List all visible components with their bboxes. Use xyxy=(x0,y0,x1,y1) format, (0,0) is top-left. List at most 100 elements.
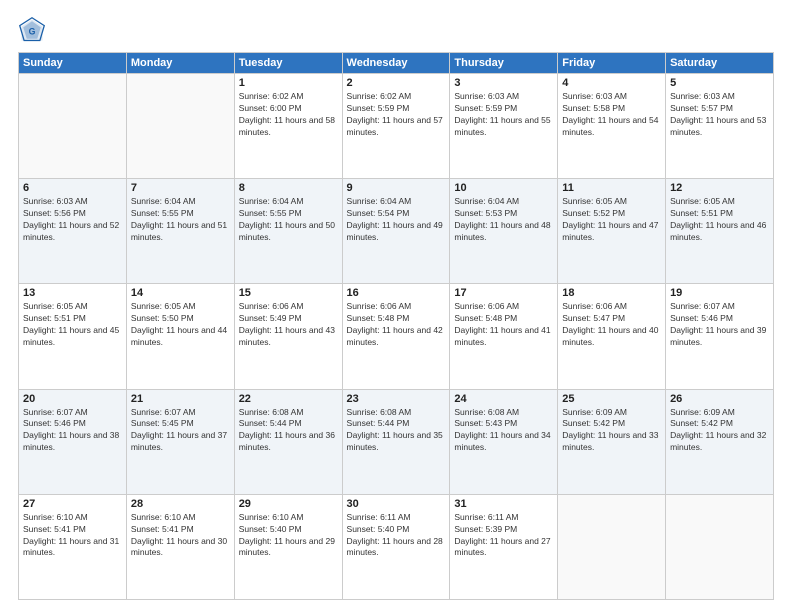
day-number: 8 xyxy=(239,182,338,194)
calendar-cell: 14 Sunrise: 6:05 AM Sunset: 5:50 PM Dayli… xyxy=(126,284,234,389)
day-number: 13 xyxy=(23,287,122,299)
svg-text:G: G xyxy=(29,26,36,36)
cell-content: Sunrise: 6:06 AM Sunset: 5:48 PM Dayligh… xyxy=(454,301,553,349)
day-number: 20 xyxy=(23,393,122,405)
day-number: 19 xyxy=(670,287,769,299)
calendar-cell: 11 Sunrise: 6:05 AM Sunset: 5:52 PM Dayli… xyxy=(558,179,666,284)
day-number: 3 xyxy=(454,77,553,89)
day-number: 14 xyxy=(131,287,230,299)
cell-content: Sunrise: 6:03 AM Sunset: 5:57 PM Dayligh… xyxy=(670,91,769,139)
day-number: 27 xyxy=(23,498,122,510)
calendar-cell: 3 Sunrise: 6:03 AM Sunset: 5:59 PM Daylig… xyxy=(450,74,558,179)
day-number: 26 xyxy=(670,393,769,405)
day-number: 23 xyxy=(347,393,446,405)
calendar-cell: 27 Sunrise: 6:10 AM Sunset: 5:41 PM Dayli… xyxy=(19,494,127,599)
calendar-cell: 29 Sunrise: 6:10 AM Sunset: 5:40 PM Dayli… xyxy=(234,494,342,599)
header: G xyxy=(18,16,774,44)
cell-content: Sunrise: 6:09 AM Sunset: 5:42 PM Dayligh… xyxy=(670,407,769,455)
day-number: 17 xyxy=(454,287,553,299)
day-number: 10 xyxy=(454,182,553,194)
cell-content: Sunrise: 6:02 AM Sunset: 6:00 PM Dayligh… xyxy=(239,91,338,139)
cell-content: Sunrise: 6:09 AM Sunset: 5:42 PM Dayligh… xyxy=(562,407,661,455)
calendar-cell: 21Sunrise: 6:07 AM Sunset: 5:45 PM Dayli… xyxy=(126,389,234,494)
calendar-cell: 31 Sunrise: 6:11 AM Sunset: 5:39 PM Dayli… xyxy=(450,494,558,599)
cell-content: Sunrise: 6:08 AM Sunset: 5:44 PM Dayligh… xyxy=(239,407,338,455)
day-number: 11 xyxy=(562,182,661,194)
calendar-cell: 15 Sunrise: 6:06 AM Sunset: 5:49 PM Dayli… xyxy=(234,284,342,389)
day-number: 18 xyxy=(562,287,661,299)
day-number: 31 xyxy=(454,498,553,510)
day-number: 4 xyxy=(562,77,661,89)
calendar-cell: 6 Sunrise: 6:03 AM Sunset: 5:56 PM Daylig… xyxy=(19,179,127,284)
cell-content: Sunrise: 6:04 AM Sunset: 5:55 PM Dayligh… xyxy=(239,196,338,244)
calendar-cell: 12 Sunrise: 6:05 AM Sunset: 5:51 PM Dayli… xyxy=(666,179,774,284)
calendar-cell: 20 Sunrise: 6:07 AM Sunset: 5:46 PM Dayli… xyxy=(19,389,127,494)
calendar-cell: 5Sunrise: 6:03 AM Sunset: 5:57 PM Daylig… xyxy=(666,74,774,179)
day-number: 29 xyxy=(239,498,338,510)
cell-content: Sunrise: 6:03 AM Sunset: 5:59 PM Dayligh… xyxy=(454,91,553,139)
day-number: 16 xyxy=(347,287,446,299)
calendar-table: SundayMondayTuesdayWednesdayThursdayFrid… xyxy=(18,52,774,600)
day-number: 9 xyxy=(347,182,446,194)
cell-content: Sunrise: 6:04 AM Sunset: 5:53 PM Dayligh… xyxy=(454,196,553,244)
calendar-cell: 2 Sunrise: 6:02 AM Sunset: 5:59 PM Daylig… xyxy=(342,74,450,179)
calendar-cell: 23 Sunrise: 6:08 AM Sunset: 5:44 PM Dayli… xyxy=(342,389,450,494)
day-number: 6 xyxy=(23,182,122,194)
cell-content: Sunrise: 6:07 AM Sunset: 5:46 PM Dayligh… xyxy=(23,407,122,455)
calendar-cell xyxy=(666,494,774,599)
cell-content: Sunrise: 6:03 AM Sunset: 5:56 PM Dayligh… xyxy=(23,196,122,244)
week-row-2: 6 Sunrise: 6:03 AM Sunset: 5:56 PM Daylig… xyxy=(19,179,774,284)
calendar-cell: 13Sunrise: 6:05 AM Sunset: 5:51 PM Dayli… xyxy=(19,284,127,389)
calendar-cell: 24 Sunrise: 6:08 AM Sunset: 5:43 PM Dayli… xyxy=(450,389,558,494)
day-number: 15 xyxy=(239,287,338,299)
day-number: 2 xyxy=(347,77,446,89)
cell-content: Sunrise: 6:10 AM Sunset: 5:40 PM Dayligh… xyxy=(239,512,338,560)
cell-content: Sunrise: 6:05 AM Sunset: 5:52 PM Dayligh… xyxy=(562,196,661,244)
week-row-1: 1 Sunrise: 6:02 AM Sunset: 6:00 PM Daylig… xyxy=(19,74,774,179)
calendar-cell: 7Sunrise: 6:04 AM Sunset: 5:55 PM Daylig… xyxy=(126,179,234,284)
weekday-sunday: Sunday xyxy=(19,53,127,74)
weekday-tuesday: Tuesday xyxy=(234,53,342,74)
cell-content: Sunrise: 6:02 AM Sunset: 5:59 PM Dayligh… xyxy=(347,91,446,139)
day-number: 25 xyxy=(562,393,661,405)
cell-content: Sunrise: 6:04 AM Sunset: 5:55 PM Dayligh… xyxy=(131,196,230,244)
cell-content: Sunrise: 6:06 AM Sunset: 5:49 PM Dayligh… xyxy=(239,301,338,349)
logo-icon: G xyxy=(18,16,46,44)
cell-content: Sunrise: 6:06 AM Sunset: 5:48 PM Dayligh… xyxy=(347,301,446,349)
day-number: 24 xyxy=(454,393,553,405)
day-number: 12 xyxy=(670,182,769,194)
cell-content: Sunrise: 6:11 AM Sunset: 5:39 PM Dayligh… xyxy=(454,512,553,560)
week-row-4: 20 Sunrise: 6:07 AM Sunset: 5:46 PM Dayli… xyxy=(19,389,774,494)
weekday-header-row: SundayMondayTuesdayWednesdayThursdayFrid… xyxy=(19,53,774,74)
calendar-cell: 4 Sunrise: 6:03 AM Sunset: 5:58 PM Daylig… xyxy=(558,74,666,179)
calendar-cell: 9 Sunrise: 6:04 AM Sunset: 5:54 PM Daylig… xyxy=(342,179,450,284)
weekday-monday: Monday xyxy=(126,53,234,74)
day-number: 28 xyxy=(131,498,230,510)
calendar-cell: 17 Sunrise: 6:06 AM Sunset: 5:48 PM Dayli… xyxy=(450,284,558,389)
cell-content: Sunrise: 6:10 AM Sunset: 5:41 PM Dayligh… xyxy=(131,512,230,560)
calendar-cell: 25 Sunrise: 6:09 AM Sunset: 5:42 PM Dayli… xyxy=(558,389,666,494)
calendar-cell: 30 Sunrise: 6:11 AM Sunset: 5:40 PM Dayli… xyxy=(342,494,450,599)
page: G SundayMondayTuesdayWednesdayThursdayFr… xyxy=(0,0,792,612)
calendar-cell: 16 Sunrise: 6:06 AM Sunset: 5:48 PM Dayli… xyxy=(342,284,450,389)
cell-content: Sunrise: 6:08 AM Sunset: 5:44 PM Dayligh… xyxy=(347,407,446,455)
cell-content: Sunrise: 6:07 AM Sunset: 5:46 PM Dayligh… xyxy=(670,301,769,349)
cell-content: Sunrise: 6:08 AM Sunset: 5:43 PM Dayligh… xyxy=(454,407,553,455)
calendar-cell: 8 Sunrise: 6:04 AM Sunset: 5:55 PM Daylig… xyxy=(234,179,342,284)
calendar-cell: 10 Sunrise: 6:04 AM Sunset: 5:53 PM Dayli… xyxy=(450,179,558,284)
day-number: 30 xyxy=(347,498,446,510)
cell-content: Sunrise: 6:03 AM Sunset: 5:58 PM Dayligh… xyxy=(562,91,661,139)
cell-content: Sunrise: 6:11 AM Sunset: 5:40 PM Dayligh… xyxy=(347,512,446,560)
calendar-cell xyxy=(19,74,127,179)
calendar-cell: 22Sunrise: 6:08 AM Sunset: 5:44 PM Dayli… xyxy=(234,389,342,494)
day-number: 21 xyxy=(131,393,230,405)
cell-content: Sunrise: 6:04 AM Sunset: 5:54 PM Dayligh… xyxy=(347,196,446,244)
calendar-cell: 19 Sunrise: 6:07 AM Sunset: 5:46 PM Dayli… xyxy=(666,284,774,389)
week-row-3: 13Sunrise: 6:05 AM Sunset: 5:51 PM Dayli… xyxy=(19,284,774,389)
cell-content: Sunrise: 6:10 AM Sunset: 5:41 PM Dayligh… xyxy=(23,512,122,560)
cell-content: Sunrise: 6:05 AM Sunset: 5:51 PM Dayligh… xyxy=(670,196,769,244)
weekday-saturday: Saturday xyxy=(666,53,774,74)
cell-content: Sunrise: 6:05 AM Sunset: 5:50 PM Dayligh… xyxy=(131,301,230,349)
day-number: 1 xyxy=(239,77,338,89)
calendar-cell: 1 Sunrise: 6:02 AM Sunset: 6:00 PM Daylig… xyxy=(234,74,342,179)
